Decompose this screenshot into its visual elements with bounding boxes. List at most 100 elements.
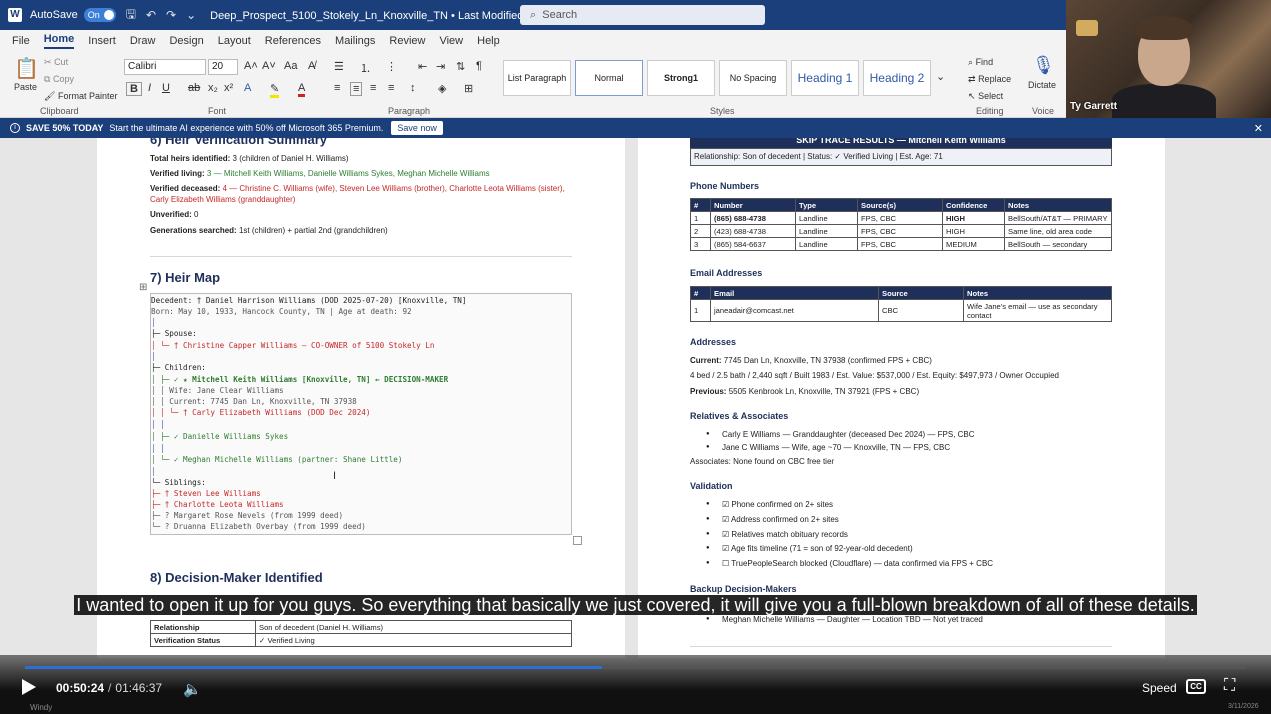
tab-mailings[interactable]: Mailings bbox=[335, 35, 375, 47]
tab-design[interactable]: Design bbox=[169, 35, 203, 47]
styles-more-icon[interactable]: ⌄ bbox=[936, 70, 945, 83]
style-list-paragraph[interactable]: List Paragraph bbox=[503, 60, 571, 96]
font-name-select[interactable]: Calibri bbox=[124, 59, 206, 75]
play-icon[interactable] bbox=[22, 679, 36, 695]
heading-heir-map: 7) Heir Map bbox=[150, 270, 221, 285]
style-heading-1[interactable]: Heading 1 bbox=[791, 60, 859, 96]
page-right[interactable]: SKIP TRACE RESULTS — Mitchell Keith Will… bbox=[638, 138, 1165, 658]
resize-handle[interactable] bbox=[573, 536, 582, 545]
superscript-icon[interactable]: x² bbox=[224, 82, 233, 94]
document-canvas[interactable]: 6) Heir Verification Summary Total heirs… bbox=[0, 138, 1271, 658]
style-strong1[interactable]: Strong1 bbox=[647, 60, 715, 96]
taskbar-date: 3/11/2026 bbox=[1228, 703, 1259, 710]
decrease-indent-icon[interactable]: ⇤ bbox=[418, 60, 427, 73]
shrink-font-icon[interactable]: A˅ bbox=[262, 60, 276, 72]
redo-icon[interactable]: ↷ bbox=[166, 8, 176, 22]
paste-button[interactable]: Paste bbox=[14, 82, 37, 92]
line-spacing-icon[interactable]: ↕ bbox=[410, 82, 416, 94]
strikethrough-icon[interactable]: ab bbox=[188, 82, 200, 94]
tab-references[interactable]: References bbox=[265, 35, 321, 47]
table-cell: HIGH bbox=[942, 224, 1005, 238]
underline-icon[interactable]: U bbox=[162, 82, 170, 94]
pilcrow-icon[interactable]: ¶ bbox=[476, 60, 482, 72]
heir-line-siblings-label: └─ Siblings: bbox=[151, 478, 206, 487]
cut-label: Cut bbox=[54, 57, 69, 67]
text-effects-icon[interactable]: A bbox=[244, 82, 251, 94]
heir-map-box[interactable]: Decedent: † Daniel Harrison Williams (DO… bbox=[150, 293, 572, 535]
paste-icon[interactable]: 📋 bbox=[14, 56, 39, 81]
font-color-icon[interactable]: A bbox=[298, 82, 306, 97]
align-center-icon[interactable]: ≡ bbox=[350, 82, 363, 96]
volume-icon[interactable]: 🔈 bbox=[183, 680, 202, 698]
decision-maker-table: Relationship Son of decedent (Daniel H. W… bbox=[150, 620, 572, 647]
style-no-spacing[interactable]: No Spacing bbox=[719, 60, 787, 96]
tab-file[interactable]: File bbox=[12, 35, 30, 47]
caption-text: I wanted to open it up for you guys. So … bbox=[74, 595, 1197, 615]
copy-label: Copy bbox=[52, 74, 74, 84]
table-row: 1 janeadair@comcast.net CBC Wife Jane's … bbox=[690, 299, 1112, 322]
subscript-icon[interactable]: x₂ bbox=[208, 82, 218, 94]
font-size-select[interactable]: 20 bbox=[208, 59, 238, 75]
numbering-icon[interactable]: ⒈ bbox=[360, 60, 371, 76]
save-now-button[interactable]: Save now bbox=[391, 121, 443, 135]
sort-icon[interactable]: ⇅ bbox=[456, 60, 465, 73]
borders-icon[interactable]: ⊞ bbox=[464, 82, 473, 95]
clear-format-icon[interactable]: A̸ bbox=[308, 60, 315, 72]
speed-button[interactable]: Speed bbox=[1142, 681, 1177, 695]
italic-icon[interactable]: I bbox=[148, 82, 151, 94]
brush-icon: 🖌 bbox=[44, 91, 56, 101]
style-normal[interactable]: Normal bbox=[575, 60, 643, 96]
tab-draw[interactable]: Draw bbox=[130, 35, 156, 47]
shading-icon[interactable]: ◈ bbox=[438, 82, 446, 95]
replace-button[interactable]: ⇄ Replace bbox=[968, 74, 1011, 85]
justify-icon[interactable]: ≡ bbox=[388, 82, 394, 94]
section-divider bbox=[690, 646, 1112, 647]
table-cell: 2 bbox=[690, 224, 711, 238]
previous-address-line: Previous: 5505 Kenbrook Ln, Knoxville, T… bbox=[690, 387, 919, 396]
page-left[interactable]: 6) Heir Verification Summary Total heirs… bbox=[97, 138, 625, 658]
cut-button[interactable]: ✂ Cut bbox=[44, 57, 68, 68]
progress-bar[interactable] bbox=[25, 666, 1246, 669]
styles-group-label: Styles bbox=[710, 106, 735, 116]
tab-home[interactable]: Home bbox=[43, 33, 75, 49]
heading-email-addresses: Email Addresses bbox=[690, 268, 763, 278]
heir-line-druanna: └─ ? Druanna Elizabeth Overbay (from 199… bbox=[151, 522, 366, 531]
tab-review[interactable]: Review bbox=[389, 35, 425, 47]
style-heading-2[interactable]: Heading 2 bbox=[863, 60, 931, 96]
customize-qat-icon[interactable]: ⌄ bbox=[186, 8, 196, 22]
multilevel-icon[interactable]: ⋮ bbox=[386, 60, 397, 73]
tab-help[interactable]: Help bbox=[477, 35, 500, 47]
microphone-icon[interactable]: 🎙 bbox=[1032, 55, 1055, 76]
video-caption: I wanted to open it up for you guys. So … bbox=[30, 594, 1241, 617]
copy-button[interactable]: ⧉ Copy bbox=[44, 74, 74, 85]
dictate-button[interactable]: Dictate bbox=[1028, 80, 1056, 90]
close-icon[interactable]: ✕ bbox=[1254, 122, 1263, 135]
undo-icon[interactable]: ↶ bbox=[146, 8, 156, 22]
table-cell: Landline bbox=[795, 237, 858, 251]
bullets-icon[interactable]: ☰ bbox=[334, 60, 344, 73]
table-move-handle-icon[interactable]: ⊞ bbox=[139, 282, 147, 293]
increase-indent-icon[interactable]: ⇥ bbox=[436, 60, 445, 73]
find-button[interactable]: ⌕ Find bbox=[968, 57, 993, 68]
change-case-icon[interactable]: Aa bbox=[284, 60, 297, 72]
bold-icon[interactable]: B bbox=[126, 82, 142, 96]
save-icon[interactable]: 🖫 bbox=[126, 5, 136, 26]
tab-view[interactable]: View bbox=[439, 35, 463, 47]
align-left-icon[interactable]: ≡ bbox=[334, 82, 340, 94]
table-row: 1 (865) 688-4738 Landline FPS, CBC HIGH … bbox=[690, 211, 1112, 225]
search-input[interactable]: ⌕ Search bbox=[520, 5, 765, 25]
align-right-icon[interactable]: ≡ bbox=[370, 82, 376, 94]
promo-headline: SAVE 50% TODAY bbox=[26, 123, 104, 133]
tab-insert[interactable]: Insert bbox=[88, 35, 116, 47]
highlight-icon[interactable]: ✎ bbox=[270, 82, 280, 98]
heir-line-meghan: │ └─ ✓ Meghan Michelle Williams (partner… bbox=[151, 455, 403, 464]
grow-font-icon[interactable]: A˄ bbox=[244, 60, 258, 72]
tab-layout[interactable]: Layout bbox=[218, 35, 251, 47]
format-painter-button[interactable]: 🖌 Format Painter bbox=[44, 91, 117, 102]
autosave-toggle[interactable]: On bbox=[83, 8, 116, 22]
generations-value: 1st (children) + partial 2nd (grandchild… bbox=[238, 226, 388, 235]
closed-captions-button[interactable]: CC bbox=[1186, 679, 1206, 694]
fullscreen-icon[interactable]: ⛶ bbox=[1224, 677, 1235, 695]
select-button[interactable]: ↖ Select bbox=[968, 91, 1003, 102]
unverified-value: 0 bbox=[194, 210, 199, 219]
